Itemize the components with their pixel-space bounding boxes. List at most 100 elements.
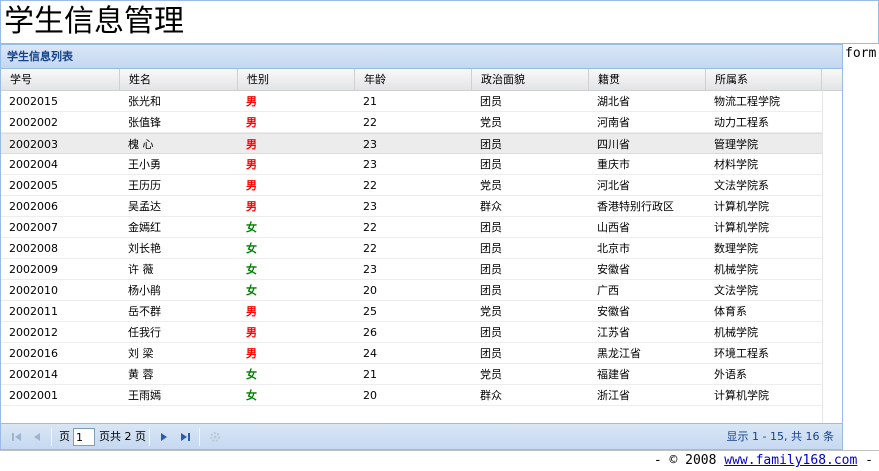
cell-age: 22 [363, 242, 377, 255]
cell-department: 材料学院 [714, 158, 758, 171]
cell-political-status: 团员 [480, 284, 502, 297]
table-row[interactable]: 2002015 张光和 男 21 团员 湖北省 物流工程学院 [1, 91, 822, 112]
cell-political-status: 党员 [480, 305, 502, 318]
cell-political-status: 团员 [480, 138, 502, 151]
cell-student-id: 2002015 [9, 95, 58, 108]
table-row[interactable]: 2002014 黄 蓉 女 21 党员 福建省 外语系 [1, 364, 822, 385]
cell-name: 刘长艳 [128, 242, 161, 255]
table-row[interactable]: 2002016 刘 梁 男 24 团员 黑龙江省 环境工程系 [1, 343, 822, 364]
page-footer: - © 2008 www.family168.com - [0, 450, 879, 471]
cell-gender: 男 [246, 95, 257, 108]
cell-gender: 女 [246, 389, 257, 402]
cell-name: 王历历 [128, 179, 161, 192]
table-row[interactable]: 2002008 刘长艳 女 22 团员 北京市 数理学院 [1, 238, 822, 259]
paging-toolbar: 页 页共 2 页 显示 1 - 15, 共 16 条 [1, 423, 842, 449]
table-row[interactable]: 2002009 许 薇 女 23 团员 安徽省 机械学院 [1, 259, 822, 280]
column-header-political[interactable]: 政治面貌 [472, 69, 589, 91]
cell-name: 黄 蓉 [128, 368, 154, 381]
table-row[interactable]: 2002010 杨小鹃 女 20 团员 广西 文法学院 [1, 280, 822, 301]
cell-gender: 男 [246, 138, 257, 151]
table-row[interactable]: 2002002 张值锋 男 22 党员 河南省 动力工程系 [1, 112, 822, 133]
cell-origin: 湖北省 [597, 95, 630, 108]
cell-political-status: 团员 [480, 158, 502, 171]
cell-age: 25 [363, 305, 377, 318]
cell-department: 数理学院 [714, 242, 758, 255]
refresh-icon[interactable] [207, 429, 223, 445]
cell-department: 机械学院 [714, 263, 758, 276]
grid-header: 学号 姓名 性别 年龄 政治面貌 籍贯 所属系 [1, 69, 842, 91]
cell-student-id: 2002004 [9, 158, 58, 171]
column-header-age[interactable]: 年龄 [355, 69, 472, 91]
cell-student-id: 2002002 [9, 116, 58, 129]
table-row[interactable]: 2002004 王小勇 男 23 团员 重庆市 材料学院 [1, 154, 822, 175]
cell-origin: 黑龙江省 [597, 347, 641, 360]
cell-age: 20 [363, 284, 377, 297]
cell-student-id: 2002005 [9, 179, 58, 192]
cell-student-id: 2002003 [9, 138, 58, 151]
cell-origin: 福建省 [597, 368, 630, 381]
column-header-dept[interactable]: 所属系 [706, 69, 822, 91]
cell-department: 管理学院 [714, 138, 758, 151]
cell-name: 张值锋 [128, 116, 161, 129]
next-page-icon[interactable] [156, 429, 172, 445]
cell-name: 刘 梁 [128, 347, 154, 360]
cell-gender: 男 [246, 326, 257, 339]
cell-gender: 女 [246, 221, 257, 234]
page-header: 学生信息管理 [0, 0, 879, 44]
prev-page-icon[interactable] [29, 429, 45, 445]
cell-student-id: 2002009 [9, 263, 58, 276]
cell-gender: 男 [246, 116, 257, 129]
cell-age: 20 [363, 389, 377, 402]
cell-political-status: 党员 [480, 116, 502, 129]
footer-link[interactable]: www.family168.com [724, 453, 857, 468]
cell-name: 槐 心 [128, 138, 154, 151]
cell-gender: 女 [246, 284, 257, 297]
cell-origin: 广西 [597, 284, 619, 297]
cell-origin: 江苏省 [597, 326, 630, 339]
table-row[interactable]: 2002006 吴孟达 男 23 群众 香港特别行政区 计算机学院 [1, 196, 822, 217]
cell-department: 外语系 [714, 368, 747, 381]
cell-gender: 女 [246, 242, 257, 255]
cell-age: 23 [363, 158, 377, 171]
cell-gender: 女 [246, 368, 257, 381]
cell-age: 23 [363, 138, 377, 151]
table-row[interactable]: 2002005 王历历 男 22 党员 河北省 文法学院系 [1, 175, 822, 196]
table-row[interactable]: 2002003 槐 心 男 23 团员 四川省 管理学院 [1, 133, 822, 154]
cell-political-status: 党员 [480, 179, 502, 192]
page-label: 页 [59, 430, 70, 443]
cell-student-id: 2002011 [9, 305, 58, 318]
footer-suffix: - [857, 453, 873, 468]
column-header-gender[interactable]: 性别 [238, 69, 355, 91]
table-row[interactable]: 2002012 任我行 男 26 团员 江苏省 机械学院 [1, 322, 822, 343]
table-row[interactable]: 2002007 金嫣红 女 22 团员 山西省 计算机学院 [1, 217, 822, 238]
cell-student-id: 2002012 [9, 326, 58, 339]
cell-department: 机械学院 [714, 326, 758, 339]
cell-age: 21 [363, 368, 377, 381]
cell-origin: 山西省 [597, 221, 630, 234]
cell-student-id: 2002008 [9, 242, 58, 255]
cell-department: 环境工程系 [714, 347, 769, 360]
cell-origin: 安徽省 [597, 263, 630, 276]
column-header-name[interactable]: 姓名 [120, 69, 238, 91]
toolbar-separator [149, 428, 150, 446]
cell-gender: 男 [246, 158, 257, 171]
cell-name: 杨小鹃 [128, 284, 161, 297]
cell-gender: 男 [246, 347, 257, 360]
cell-origin: 四川省 [597, 138, 630, 151]
cell-department: 计算机学院 [714, 200, 769, 213]
current-page-input[interactable] [73, 428, 95, 446]
table-row[interactable]: 2002011 岳不群 男 25 党员 安徽省 体育系 [1, 301, 822, 322]
column-header-origin[interactable]: 籍贯 [589, 69, 706, 91]
cell-department: 文法学院系 [714, 179, 769, 192]
table-row[interactable]: 2002001 王雨嫣 女 20 群众 浙江省 计算机学院 [1, 385, 822, 406]
cell-political-status: 群众 [480, 389, 502, 402]
footer-text: - © 2008 www.family168.com - [654, 453, 873, 468]
first-page-icon[interactable] [9, 429, 25, 445]
column-header-id[interactable]: 学号 [1, 69, 120, 91]
cell-age: 23 [363, 200, 377, 213]
toolbar-separator [51, 428, 52, 446]
total-pages-label: 页共 2 页 [99, 430, 146, 443]
cell-origin: 浙江省 [597, 389, 630, 402]
last-page-icon[interactable] [177, 429, 193, 445]
grid-scrollbar-area [822, 91, 842, 423]
